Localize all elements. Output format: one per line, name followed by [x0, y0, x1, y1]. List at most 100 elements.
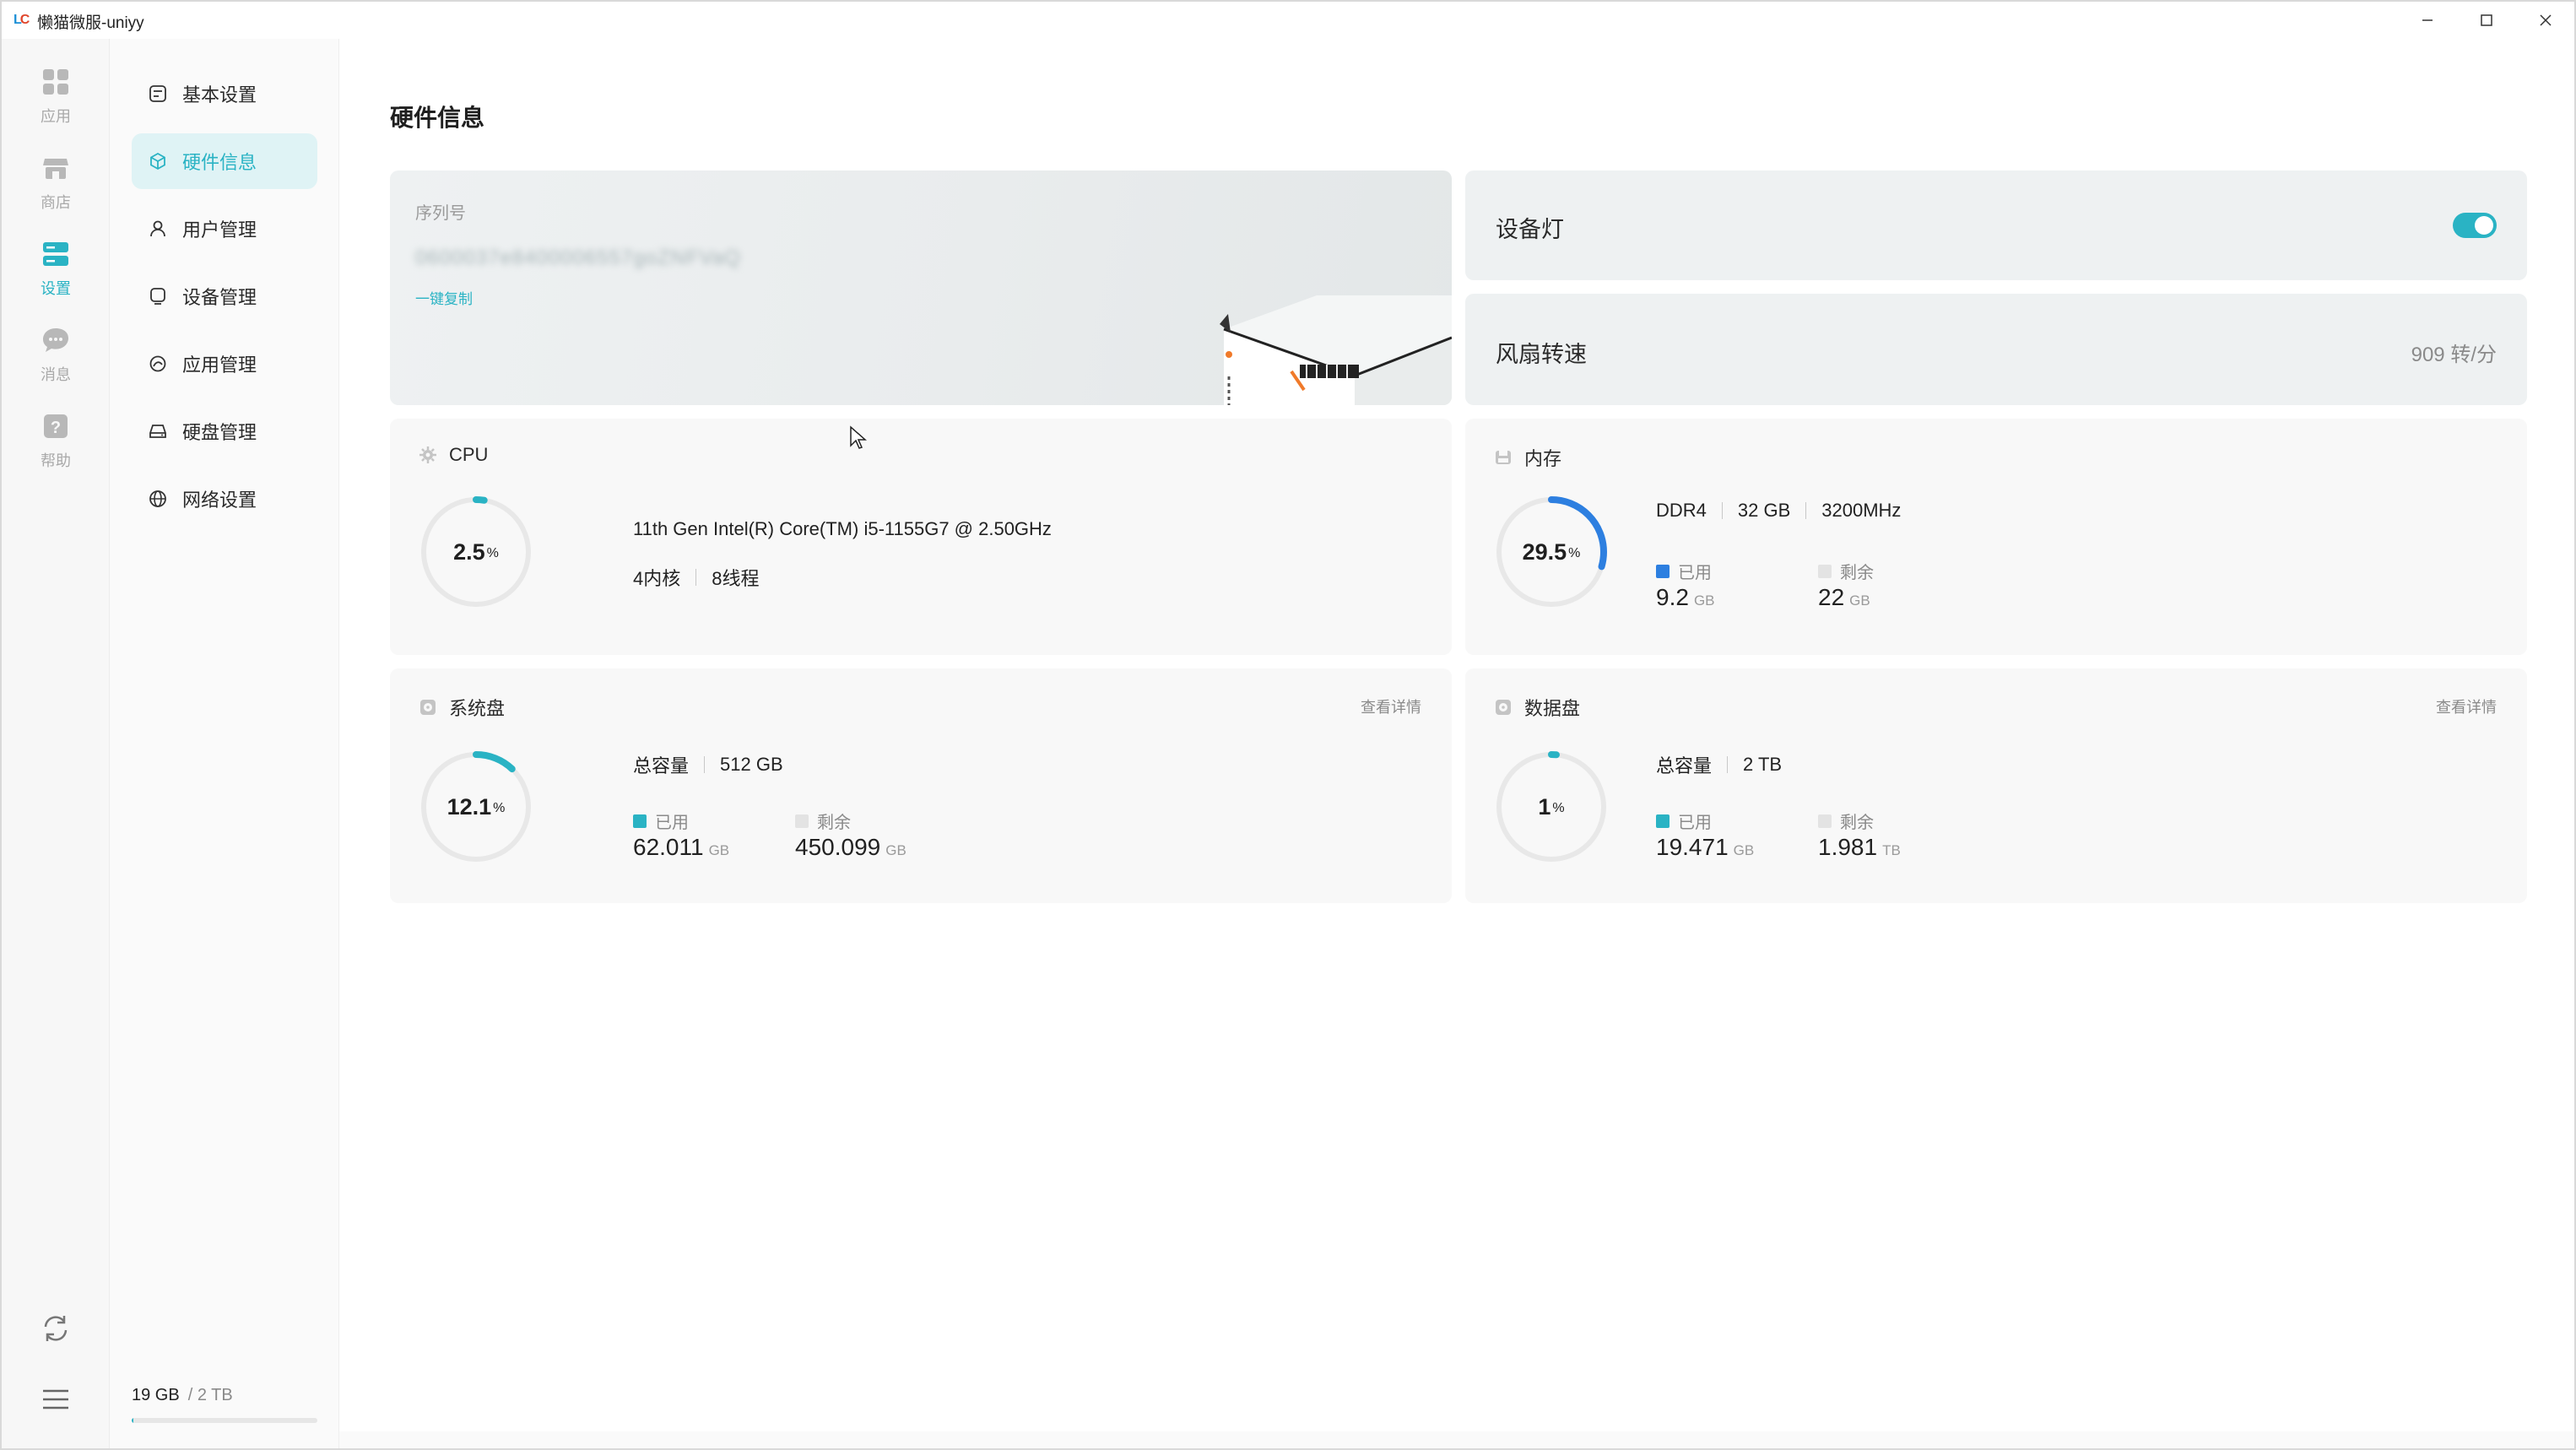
main-content: 硬件信息 序列号 0600037e8400006557goZNFVaQ 一键复制: [339, 39, 2574, 1448]
free-label: 剩余: [817, 814, 851, 832]
system-disk-capacity: 512 GB: [720, 754, 783, 775]
memory-free-value: 22: [1818, 584, 1845, 610]
memory-free-legend: 剩余: [1818, 559, 1874, 583]
system-disk-card: 系统盘 查看详情 12.1% 总容量 512 GB 已用 剩余 62.011 GB …: [390, 668, 1452, 903]
system-disk-detail-link[interactable]: 查看详情: [1361, 695, 1421, 717]
data-disk-title: 数据盘: [1524, 698, 1581, 719]
settings-icon: [41, 240, 70, 268]
rail-label: 应用: [41, 108, 71, 125]
capacity-label: 总容量: [633, 755, 690, 776]
serial-card: 序列号 0600037e8400006557goZNFVaQ 一键复制: [390, 170, 1452, 405]
rail-label: 帮助: [41, 452, 71, 469]
maximize-icon: [2481, 14, 2492, 26]
data-disk-capacity: 2 TB: [1743, 754, 1783, 775]
cpu-threads: 8线程: [712, 568, 760, 589]
copy-serial-link[interactable]: 一键复制: [415, 287, 473, 308]
used-label: 已用: [655, 814, 689, 832]
sidebar-item-basic-settings[interactable]: 基本设置: [132, 66, 317, 122]
sidebar-item-app-management[interactable]: 应用管理: [132, 336, 317, 392]
fan-speed-card: 风扇转速 909 转/分: [1465, 294, 2527, 405]
maximize-button[interactable]: [2461, 5, 2512, 35]
device-light-toggle[interactable]: [2453, 213, 2497, 238]
rail-label: 商店: [41, 194, 71, 211]
system-disk-usage-value: 12.1: [446, 793, 492, 820]
system-disk-free-amount: 450.099 GB: [795, 834, 906, 861]
sidebar-item-label: 用户管理: [182, 219, 257, 241]
system-disk-used-amount: 62.011 GB: [633, 834, 729, 861]
apps-grid-icon: [41, 68, 70, 96]
memory-used-label: 已用: [1678, 564, 1712, 582]
sidebar-item-hardware-info[interactable]: 硬件信息: [132, 133, 317, 189]
capacity-label: 总容量: [1656, 755, 1713, 776]
sync-button[interactable]: [39, 1312, 73, 1345]
close-button[interactable]: [2520, 5, 2571, 35]
rail-item-store[interactable]: 商店: [2, 154, 110, 230]
help-icon: ?: [41, 412, 70, 441]
memory-card: 内存 29.5% DDR4 32 GB 3200MHz 已用 剩余 9.2 GB 22…: [1465, 419, 2527, 655]
percent-sign: %: [1568, 546, 1581, 560]
cpu-spec-row: 4内核 8线程: [633, 564, 760, 591]
cpu-usage-ring: 2.5%: [419, 495, 533, 609]
memory-free-unit: GB: [1849, 592, 1870, 609]
rail-item-help[interactable]: ? 帮助: [2, 412, 110, 488]
globe-icon: [147, 488, 169, 510]
disk-icon: [147, 420, 169, 442]
device-icon: [147, 285, 169, 307]
device-light-card: 设备灯: [1465, 170, 2527, 280]
storage-progress-bar: [132, 1418, 317, 1423]
hardware-cube-icon: [147, 150, 169, 172]
data-disk-free-unit: TB: [1882, 842, 1901, 858]
memory-usage-value: 29.5: [1522, 538, 1567, 565]
sidebar-item-network-settings[interactable]: 网络设置: [132, 471, 317, 527]
sidebar-item-disk-management[interactable]: 硬盘管理: [132, 403, 317, 459]
storage-summary: 19 GB / 2 TB: [132, 1386, 233, 1405]
sidebar-item-device-management[interactable]: 设备管理: [132, 268, 317, 324]
cpu-card: CPU 2.5% 11th Gen Intel(R) Core(TM) i5-1…: [390, 419, 1452, 655]
used-label: 已用: [1678, 814, 1712, 832]
horizontal-scrollbar[interactable]: [339, 1431, 2574, 1448]
sidebar-item-label: 设备管理: [182, 287, 257, 308]
cpu-usage-value: 2.5: [453, 538, 485, 565]
minimize-button[interactable]: [2402, 5, 2453, 35]
window-title: 懒猫微服-uniyy: [37, 14, 144, 32]
sidebar-item-label: 应用管理: [182, 354, 257, 376]
data-disk-used-legend: 已用: [1656, 809, 1712, 833]
rail-item-messages[interactable]: 消息: [2, 326, 110, 402]
data-disk-icon: [1494, 698, 1513, 717]
sync-icon: [44, 1316, 68, 1341]
minimize-icon: [2422, 19, 2433, 21]
memory-spec-row: DDR4 32 GB 3200MHz: [1656, 500, 1901, 522]
title-bar: LC 懒猫微服-uniyy: [2, 2, 2574, 39]
memory-size: 32 GB: [1737, 500, 1791, 521]
sidebar-item-user-management[interactable]: 用户管理: [132, 201, 317, 257]
memory-free-amount: 22 GB: [1818, 584, 1870, 611]
svg-text:?: ?: [51, 419, 61, 437]
memory-free-label: 剩余: [1840, 564, 1874, 582]
hamburger-menu-icon: [43, 1389, 68, 1409]
rail-item-settings[interactable]: 设置: [2, 240, 110, 316]
menu-button[interactable]: [41, 1384, 71, 1415]
sidebar-item-label: 基本设置: [182, 84, 257, 106]
memory-title: 内存: [1524, 448, 1562, 469]
data-disk-free-value: 1.981: [1818, 834, 1878, 860]
system-disk-used-unit: GB: [708, 842, 730, 858]
user-icon: [147, 218, 169, 240]
serial-label: 序列号: [415, 204, 466, 223]
message-icon: [41, 326, 70, 354]
mouse-cursor-icon: [850, 425, 867, 449]
rail-item-apps[interactable]: 应用: [2, 68, 110, 143]
data-disk-detail-link[interactable]: 查看详情: [2436, 695, 2497, 717]
memory-icon: [1494, 448, 1513, 467]
memory-type: DDR4: [1656, 500, 1707, 521]
memory-used-value: 9.2: [1656, 584, 1689, 610]
sidebar-item-label: 网络设置: [182, 490, 257, 511]
storage-used: 19 GB: [132, 1386, 180, 1404]
store-icon: [41, 154, 70, 182]
data-disk-card: 数据盘 查看详情 1% 总容量 2 TB 已用 剩余 19.471 GB 1.981…: [1465, 668, 2527, 903]
data-disk-usage-value: 1: [1538, 793, 1551, 820]
memory-used-unit: GB: [1693, 592, 1715, 609]
basic-settings-icon: [147, 83, 169, 105]
app-window: LC 懒猫微服-uniyy 应用 商店 设置 消息 ? 帮助 基本设置 硬件信息…: [0, 0, 2576, 1450]
cpu-title: CPU: [449, 444, 489, 465]
data-disk-used-unit: GB: [1733, 842, 1755, 858]
